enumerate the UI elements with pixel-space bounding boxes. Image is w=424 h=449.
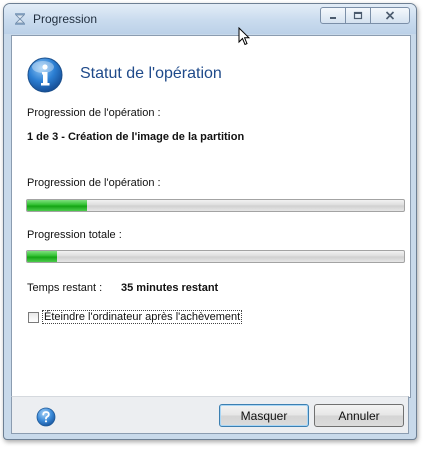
operation-progress-bar	[26, 199, 405, 212]
maximize-button[interactable]	[345, 7, 371, 24]
close-button[interactable]	[370, 7, 410, 24]
total-progress-fill	[27, 251, 58, 262]
total-progress-label: Progression totale :	[27, 229, 122, 241]
operation-progress-label: Progression de l'opération :	[27, 177, 161, 189]
hourglass-icon	[15, 13, 25, 25]
shutdown-checkbox-label[interactable]: Éteindre l'ordinateur après l'achèvement	[42, 310, 243, 324]
maximize-icon	[353, 11, 363, 20]
hide-button[interactable]: Masquer	[219, 404, 309, 427]
window-title: Progression	[33, 12, 98, 26]
time-remaining-value: 35 minutes restant	[121, 282, 219, 294]
mouse-cursor-icon	[238, 27, 250, 46]
info-icon	[27, 57, 63, 93]
time-remaining-label: Temps restant :	[27, 282, 103, 294]
progress-dialog: Progression Statut de l'opération Progre…	[3, 3, 417, 440]
dialog-heading: Statut de l'opération	[80, 65, 222, 82]
dialog-content: Statut de l'opération Progression de l'o…	[11, 35, 411, 398]
dialog-footer: Masquer Annuler	[11, 396, 409, 434]
cancel-button[interactable]: Annuler	[314, 404, 404, 427]
operation-label: Progression de l'opération :	[27, 107, 161, 119]
close-icon	[385, 11, 395, 20]
minimize-button[interactable]	[320, 7, 346, 24]
minimize-icon	[330, 16, 336, 19]
operation-progress-fill	[27, 200, 88, 211]
shutdown-checkbox[interactable]	[28, 312, 39, 323]
total-progress-bar	[26, 250, 405, 263]
title-bar[interactable]: Progression	[4, 4, 416, 34]
help-icon[interactable]	[36, 407, 56, 427]
current-step-text: 1 de 3 - Création de l'image de la parti…	[27, 131, 245, 143]
